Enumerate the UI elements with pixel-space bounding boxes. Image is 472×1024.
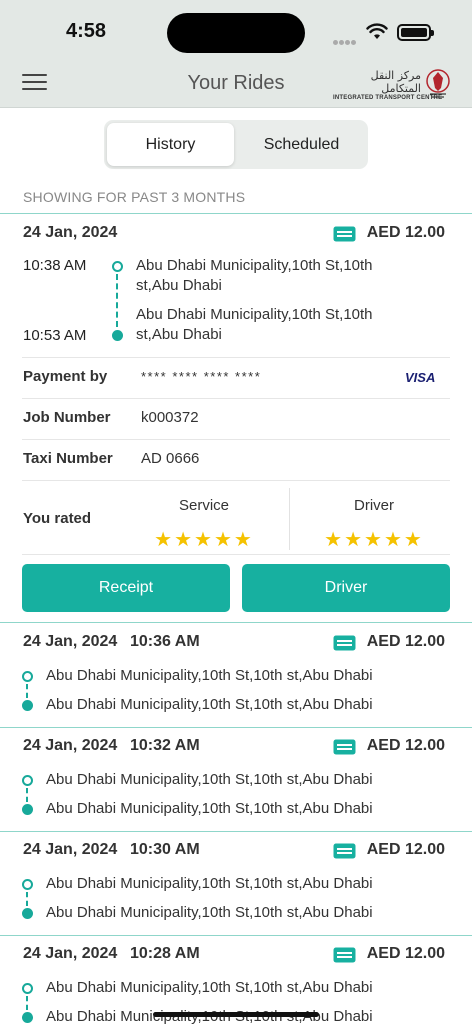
driver-rating-stars: ★★★★★ (324, 529, 424, 551)
navigation-bar: Your Rides مركز النقل المتكامل INTEGRATE… (0, 58, 472, 108)
ride-time: 10:28 AM (130, 945, 200, 962)
ride-time: 10:30 AM (130, 841, 200, 858)
route-line (26, 996, 28, 1010)
status-bar: 4:58 (0, 0, 472, 58)
payment-card-number: **** **** **** **** (141, 369, 262, 384)
ride-date: 24 Jan, 2024 (23, 224, 118, 241)
ride-date: 24 Jan, 2024 (23, 633, 118, 650)
ride-date: 24 Jan, 2024 (23, 737, 118, 754)
divider (22, 480, 450, 481)
falcon-emblem-icon (426, 69, 450, 98)
divider (0, 935, 472, 936)
divider (0, 831, 472, 832)
credit-card-icon (333, 843, 356, 859)
filter-label: SHOWING FOR PAST 3 MONTHS (23, 189, 246, 205)
divider (0, 622, 472, 623)
ride-time: 10:32 AM (130, 737, 200, 754)
pickup-address: Abu Dhabi Municipality,10th St,10th st,A… (46, 875, 373, 892)
ride-date: 24 Jan, 2024 (23, 945, 118, 962)
service-rating-stars: ★★★★★ (154, 529, 254, 551)
pickup-circle-icon (22, 671, 33, 682)
pickup-circle-icon (22, 775, 33, 786)
pickup-address: Abu Dhabi Municipality,10th St,10th st,A… (46, 667, 373, 684)
pickup-circle-icon (22, 983, 33, 994)
dropoff-time: 10:53 AM (23, 327, 87, 344)
dropoff-address: Abu Dhabi Municipality,10th St,10th st,A… (136, 306, 373, 343)
logo-arabic-text: مركز النقل المتكامل (370, 69, 421, 95)
dropoff-circle-icon (22, 700, 33, 711)
ride-fare: AED 12.00 (366, 737, 445, 754)
visa-logo: VISA (405, 370, 436, 385)
ride-fare: AED 12.00 (366, 224, 445, 241)
divider (22, 439, 450, 440)
credit-card-icon (333, 635, 356, 651)
tab-history[interactable]: History (107, 123, 234, 166)
job-number-value: k000372 (141, 409, 199, 426)
dropoff-circle-icon (22, 804, 33, 815)
pickup-circle-icon (112, 261, 123, 272)
ride-date: 24 Jan, 2024 (23, 841, 118, 858)
ride-time: 10:36 AM (130, 633, 200, 650)
credit-card-icon (333, 947, 356, 963)
wifi-icon (366, 23, 388, 39)
divider (0, 727, 472, 728)
route-line (116, 274, 118, 327)
pickup-address: Abu Dhabi Municipality,10th St,10th st,A… (46, 979, 373, 996)
you-rated-label: You rated (23, 510, 92, 527)
credit-card-icon (333, 739, 356, 755)
taxi-number-label: Taxi Number (23, 450, 113, 467)
pickup-circle-icon (22, 879, 33, 890)
dropoff-address: Abu Dhabi Municipality,10th St,10th st,A… (46, 904, 373, 921)
dropoff-circle-icon (22, 908, 33, 919)
ride-fare: AED 12.00 (366, 945, 445, 962)
dropoff-circle-icon (22, 1012, 33, 1023)
payment-label: Payment by (23, 368, 108, 385)
tab-scheduled[interactable]: Scheduled (238, 123, 365, 166)
credit-card-icon (333, 226, 356, 242)
divider (22, 554, 450, 555)
driver-button[interactable]: Driver (242, 564, 450, 612)
pickup-address: Abu Dhabi Municipality,10th St,10th st,A… (136, 257, 373, 294)
status-time: 4:58 (66, 20, 107, 42)
cellular-signal-icon (333, 32, 357, 50)
divider (22, 398, 450, 399)
taxi-number-value: AD 0666 (141, 450, 200, 467)
logo-english-text: INTEGRATED TRANSPORT CENTRE (333, 95, 443, 101)
dropoff-circle-icon (112, 330, 123, 341)
battery-icon (397, 24, 434, 41)
job-number-label: Job Number (23, 409, 111, 426)
route-line (26, 892, 28, 906)
itc-logo: مركز النقل المتكامل INTEGRATED TRANSPORT… (333, 66, 453, 101)
route-line (26, 684, 28, 698)
service-rating-label: Service (178, 497, 230, 514)
receipt-button[interactable]: Receipt (22, 564, 230, 612)
ride-fare: AED 12.00 (366, 841, 445, 858)
driver-rating-label: Driver (354, 497, 394, 514)
dropoff-address: Abu Dhabi Municipality,10th St,10th st,A… (46, 696, 373, 713)
ride-tabs: History Scheduled (104, 120, 368, 169)
route-line (26, 788, 28, 802)
dropoff-address: Abu Dhabi Municipality,10th St,10th st,A… (46, 800, 373, 817)
pickup-address: Abu Dhabi Municipality,10th St,10th st,A… (46, 771, 373, 788)
divider (22, 357, 450, 358)
pickup-time: 10:38 AM (23, 257, 87, 274)
divider (0, 213, 472, 214)
dynamic-island (167, 13, 305, 53)
divider (289, 488, 290, 550)
home-indicator (153, 1012, 319, 1017)
ride-fare: AED 12.00 (366, 633, 445, 650)
